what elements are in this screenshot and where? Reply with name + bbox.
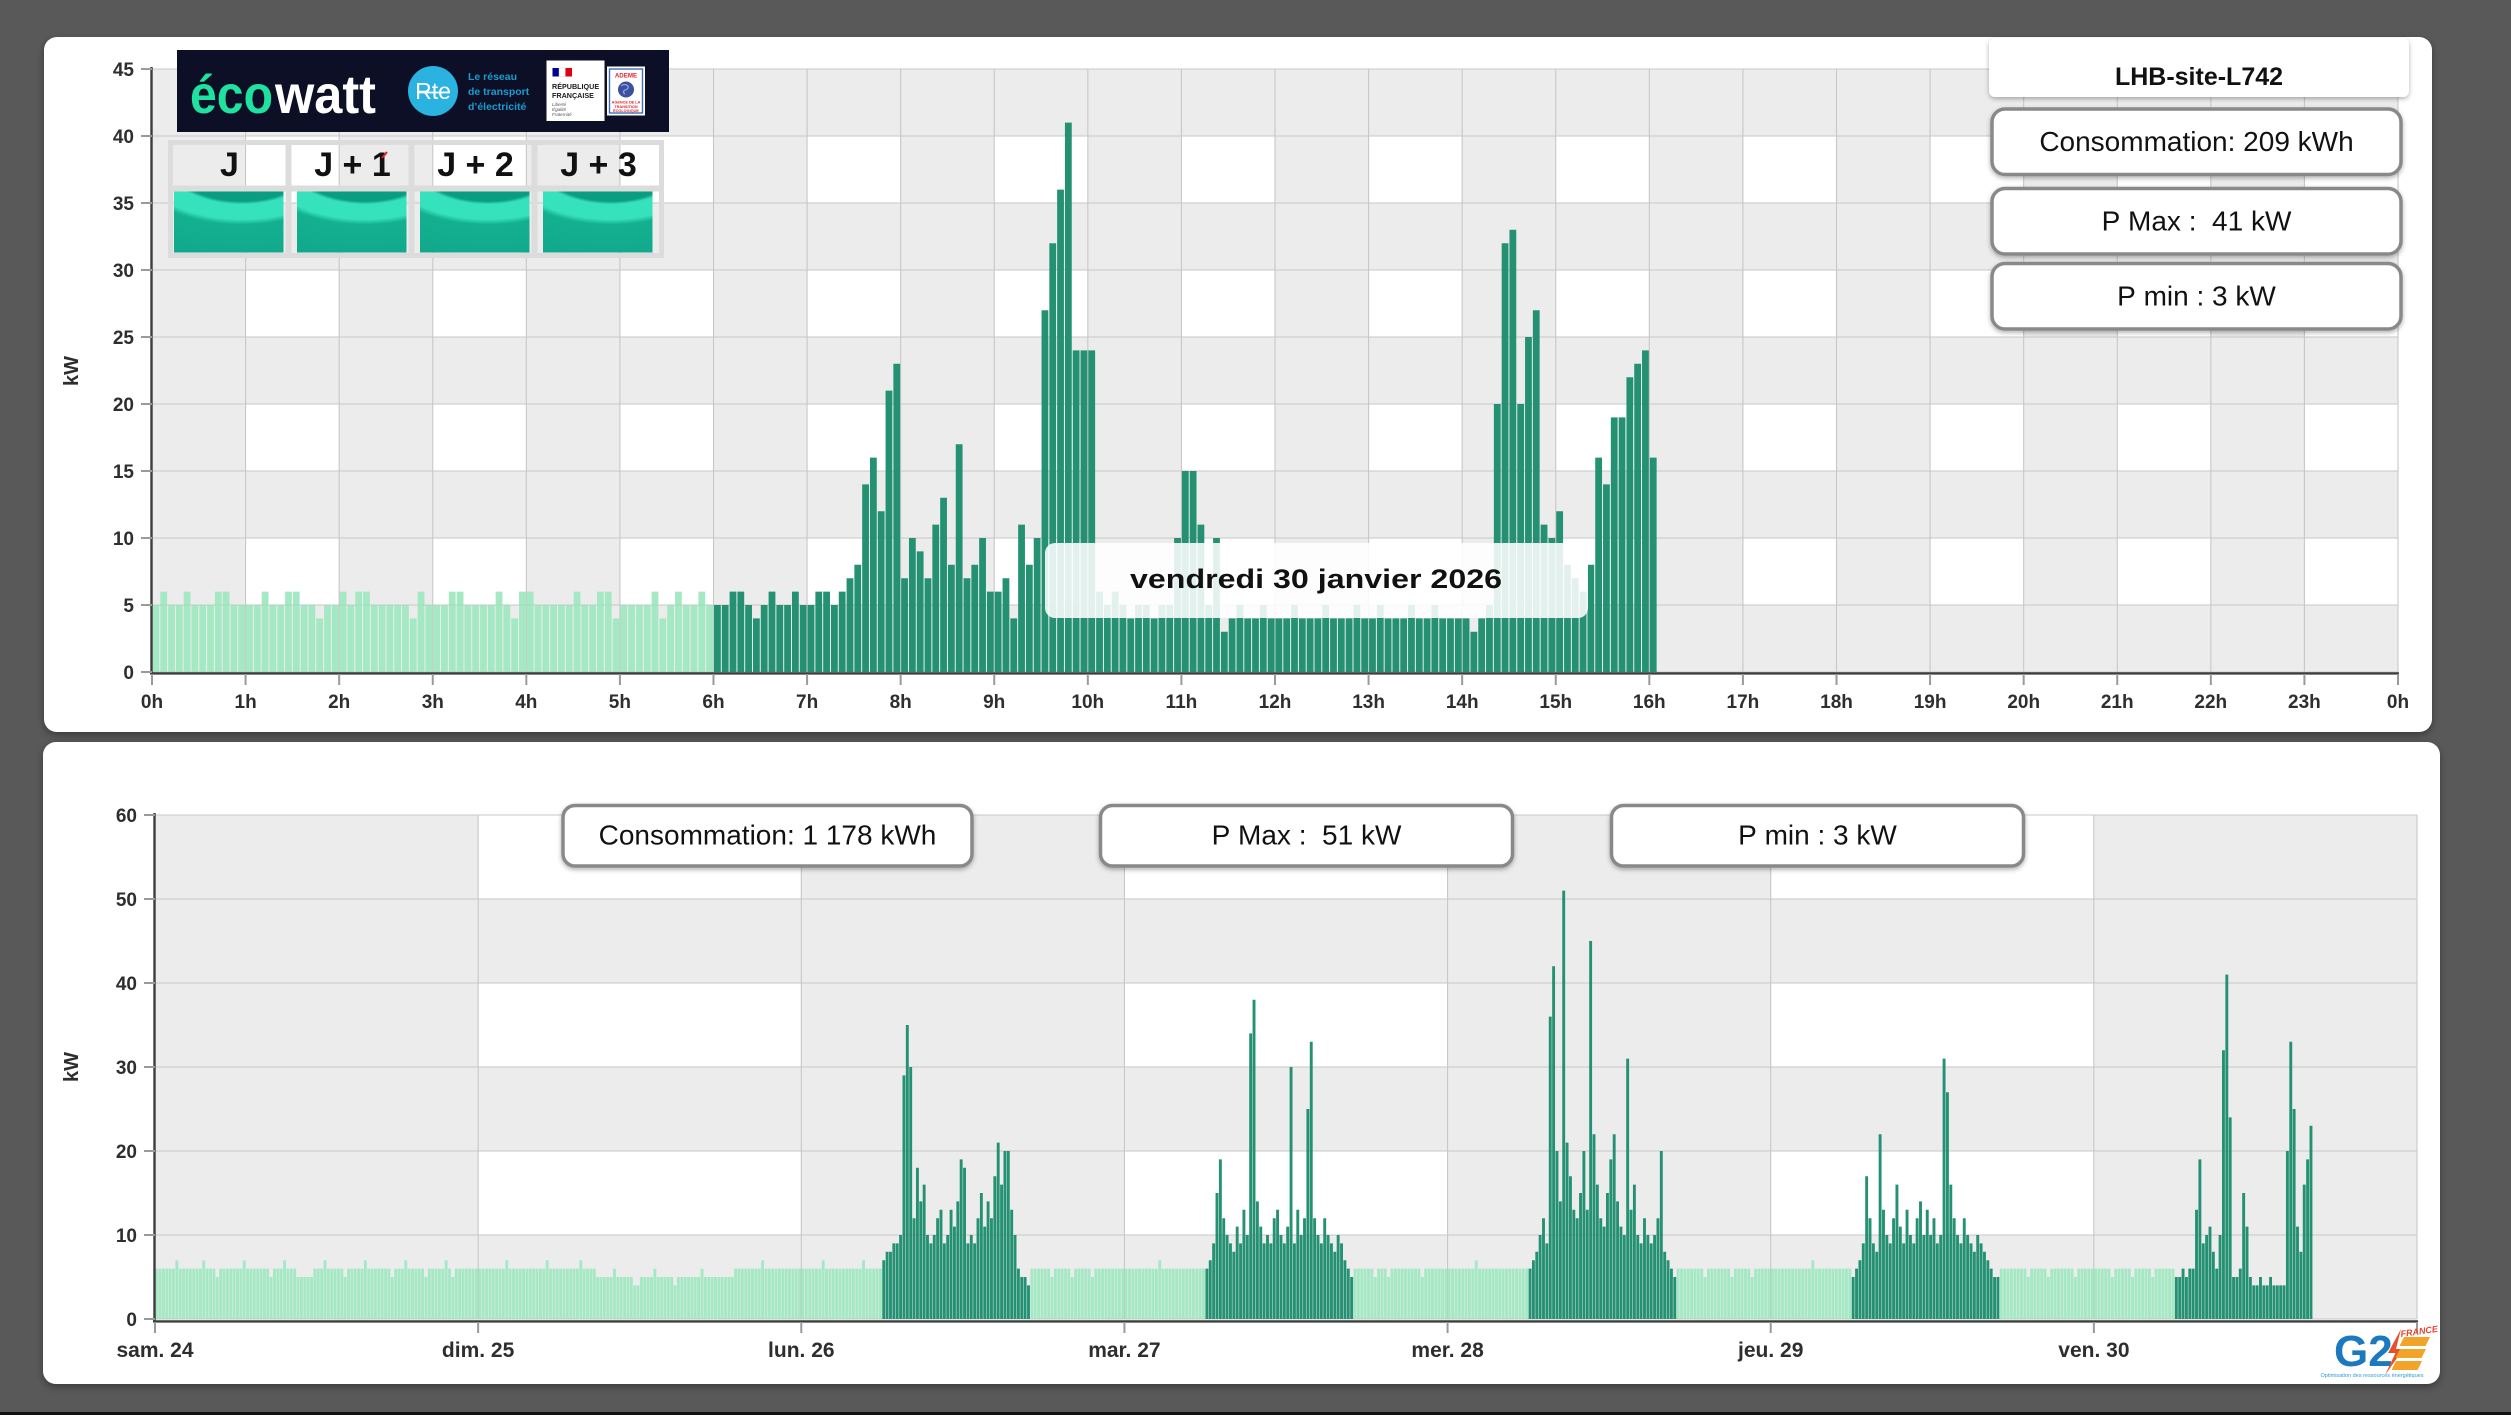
svg-text:jeu. 29: jeu. 29 bbox=[1737, 1339, 1803, 1362]
svg-text:G2: G2 bbox=[2334, 1327, 2393, 1376]
svg-text:16h: 16h bbox=[1633, 692, 1666, 713]
svg-text:dim. 25: dim. 25 bbox=[442, 1339, 515, 1362]
svg-text:5h: 5h bbox=[609, 692, 631, 713]
svg-text:Consommation: 1 178 kWh: Consommation: 1 178 kWh bbox=[599, 820, 937, 851]
svg-text:Consommation: 209 kWh: Consommation: 209 kWh bbox=[2039, 126, 2353, 157]
svg-text:19h: 19h bbox=[1914, 692, 1947, 713]
svg-text:mar. 27: mar. 27 bbox=[1088, 1339, 1160, 1362]
svg-text:J + 3: J + 3 bbox=[560, 146, 637, 184]
svg-text:20: 20 bbox=[113, 395, 134, 416]
svg-text:4h: 4h bbox=[515, 692, 537, 713]
svg-text:P min : 3 kW: P min : 3 kW bbox=[2117, 281, 2276, 312]
svg-text:RÉPUBLIQUE: RÉPUBLIQUE bbox=[552, 82, 599, 91]
svg-text:sam. 24: sam. 24 bbox=[116, 1339, 193, 1362]
svg-text:Le réseau: Le réseau bbox=[468, 71, 517, 83]
svg-text:8h: 8h bbox=[890, 692, 912, 713]
svg-text:18h: 18h bbox=[1820, 692, 1853, 713]
svg-text:7h: 7h bbox=[796, 692, 818, 713]
svg-text:23h: 23h bbox=[2288, 692, 2321, 713]
svg-text:0h: 0h bbox=[141, 692, 163, 713]
svg-text:kW: kW bbox=[61, 356, 83, 386]
svg-text:J + 1: J + 1 bbox=[314, 146, 391, 184]
svg-text:éco: éco bbox=[190, 65, 273, 125]
svg-text:25: 25 bbox=[113, 328, 135, 349]
svg-text:20: 20 bbox=[116, 1142, 137, 1163]
svg-text:9h: 9h bbox=[983, 692, 1005, 713]
svg-text:15: 15 bbox=[113, 462, 135, 483]
svg-text:45: 45 bbox=[113, 60, 135, 81]
svg-text:21h: 21h bbox=[2101, 692, 2134, 713]
svg-text:ADEME: ADEME bbox=[615, 73, 637, 80]
svg-text:P Max : 51 kW: P Max : 51 kW bbox=[1212, 820, 1402, 851]
svg-text:Fraternité: Fraternité bbox=[552, 112, 572, 117]
svg-text:ÉCOLOGIQUE: ÉCOLOGIQUE bbox=[613, 108, 639, 113]
svg-text:6h: 6h bbox=[702, 692, 724, 713]
svg-text:17h: 17h bbox=[1727, 692, 1760, 713]
svg-text:5: 5 bbox=[123, 596, 134, 617]
svg-text:vendredi 30 janvier 2026: vendredi 30 janvier 2026 bbox=[1130, 564, 1502, 594]
svg-text:10h: 10h bbox=[1071, 692, 1104, 713]
svg-text:12h: 12h bbox=[1259, 692, 1292, 713]
svg-text:40: 40 bbox=[116, 974, 137, 995]
svg-text:13h: 13h bbox=[1352, 692, 1385, 713]
svg-text:FRANÇAISE: FRANÇAISE bbox=[552, 91, 594, 100]
svg-text:40: 40 bbox=[113, 127, 134, 148]
svg-text:30: 30 bbox=[113, 261, 134, 282]
svg-text:10: 10 bbox=[113, 529, 134, 550]
svg-text:de transport: de transport bbox=[468, 86, 530, 98]
svg-text:d’électricité: d’électricité bbox=[468, 101, 527, 113]
svg-text:15h: 15h bbox=[1539, 692, 1572, 713]
svg-text:0: 0 bbox=[126, 1310, 137, 1331]
svg-text:Rte: Rte bbox=[415, 78, 451, 104]
svg-text:kW: kW bbox=[61, 1052, 83, 1082]
svg-text:22h: 22h bbox=[2194, 692, 2227, 713]
svg-text:60: 60 bbox=[116, 806, 137, 827]
svg-text:P Max : 41 kW: P Max : 41 kW bbox=[2102, 206, 2292, 237]
svg-text:50: 50 bbox=[116, 890, 137, 911]
svg-text:watt: watt bbox=[274, 65, 376, 125]
svg-text:3h: 3h bbox=[422, 692, 444, 713]
svg-text:2h: 2h bbox=[328, 692, 350, 713]
svg-text:20h: 20h bbox=[2007, 692, 2040, 713]
svg-text:J: J bbox=[220, 146, 239, 184]
svg-text:0h: 0h bbox=[2387, 692, 2409, 713]
svg-text:LHB-site-L742: LHB-site-L742 bbox=[2115, 63, 2283, 91]
svg-text:J + 2: J + 2 bbox=[437, 146, 514, 184]
svg-text:11h: 11h bbox=[1166, 692, 1198, 713]
svg-text:14h: 14h bbox=[1446, 692, 1479, 713]
svg-text:0: 0 bbox=[123, 663, 134, 684]
svg-text:mer. 28: mer. 28 bbox=[1411, 1339, 1484, 1362]
svg-text:P min : 3 kW: P min : 3 kW bbox=[1738, 820, 1897, 851]
svg-text:ven. 30: ven. 30 bbox=[2058, 1339, 2129, 1362]
svg-text:lun. 26: lun. 26 bbox=[768, 1339, 835, 1362]
svg-text:Optimisation des ressources én: Optimisation des ressources énergétiques bbox=[2321, 1373, 2424, 1379]
svg-text:1h: 1h bbox=[235, 692, 257, 713]
svg-text:35: 35 bbox=[113, 194, 135, 215]
svg-text:30: 30 bbox=[116, 1058, 137, 1079]
svg-text:10: 10 bbox=[116, 1226, 137, 1247]
